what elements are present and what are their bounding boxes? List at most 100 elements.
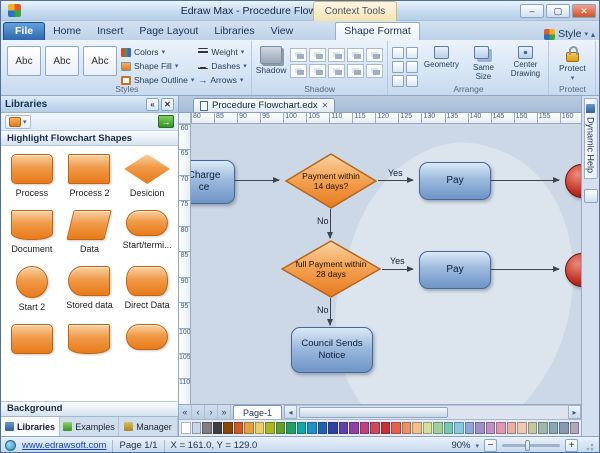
node-charge[interactable]: Charge ce	[191, 160, 235, 204]
library-section-header[interactable]: Highlight Flowchart Shapes	[1, 131, 178, 146]
group-icon[interactable]	[406, 61, 418, 73]
library-select-dropdown[interactable]: ▾	[5, 115, 31, 129]
palette-color[interactable]	[570, 422, 580, 434]
style-button[interactable]: Style	[558, 28, 581, 40]
shape-data[interactable]: Data	[61, 210, 119, 254]
palette-color[interactable]	[297, 422, 307, 434]
tab-libraries[interactable]: Libraries	[206, 23, 262, 40]
center-drawing-button[interactable]: Center Drawing	[506, 46, 544, 79]
shadow-style-option[interactable]	[309, 48, 326, 62]
palette-color[interactable]	[255, 422, 265, 434]
document-tab[interactable]: Procedure Flowchart.edx ✕	[193, 98, 335, 112]
node-council-sends-notice[interactable]: Council Sends Notice	[291, 327, 373, 373]
prev-page-button[interactable]: ‹	[192, 405, 205, 419]
palette-color[interactable]	[391, 422, 401, 434]
shape-document[interactable]: Document	[3, 210, 61, 254]
palette-color[interactable]	[318, 422, 328, 434]
shadow-style-option[interactable]	[366, 48, 383, 62]
node-pay-1[interactable]: Pay	[419, 162, 491, 200]
panel-close-icon[interactable]: ✕	[161, 98, 174, 111]
shape-process-2[interactable]: Process 2	[61, 154, 119, 198]
dashes-button[interactable]: Dashes ▾	[198, 60, 246, 72]
protect-button[interactable]: Protect ▾	[553, 45, 591, 82]
zoom-slider-thumb[interactable]	[525, 440, 530, 451]
library-go-button[interactable]: →	[158, 115, 174, 128]
palette-color[interactable]	[454, 422, 464, 434]
zoom-in-button[interactable]: +	[565, 439, 578, 452]
zoom-dropdown-icon[interactable]: ▾	[475, 442, 479, 450]
palette-color[interactable]	[360, 422, 370, 434]
palette-color[interactable]	[370, 422, 380, 434]
palette-color[interactable]	[538, 422, 548, 434]
panel-collapse-icon[interactable]: «	[146, 98, 159, 111]
palette-color[interactable]	[202, 422, 212, 434]
palette-color[interactable]	[234, 422, 244, 434]
connector[interactable]	[235, 180, 279, 181]
shadow-style-option[interactable]	[328, 64, 345, 78]
palette-color[interactable]	[181, 422, 191, 434]
close-button[interactable]: ✕	[572, 4, 596, 18]
shape-start-terminator[interactable]: Start/termi...	[118, 210, 176, 254]
palette-color[interactable]	[465, 422, 475, 434]
align-icon[interactable]	[392, 47, 404, 59]
palette-color[interactable]	[444, 422, 454, 434]
palette-color[interactable]	[507, 422, 517, 434]
tab-file[interactable]: File	[3, 22, 45, 40]
palette-color[interactable]	[486, 422, 496, 434]
colors-button[interactable]: Colors ▾	[121, 46, 194, 58]
page-tab[interactable]: Page-1	[233, 405, 282, 419]
palette-color[interactable]	[192, 422, 202, 434]
scroll-track[interactable]	[297, 405, 568, 419]
shape-direct-data[interactable]: Direct Data	[118, 266, 176, 312]
shape-fill-button[interactable]: Shape Fill ▾	[121, 60, 194, 72]
palette-color[interactable]	[475, 422, 485, 434]
connector[interactable]	[382, 269, 413, 270]
document-close-icon[interactable]: ✕	[322, 101, 329, 110]
palette-color[interactable]	[549, 422, 559, 434]
shape-process[interactable]: Process	[3, 154, 61, 198]
shadow-button[interactable]: Shadow	[256, 46, 287, 75]
connector[interactable]	[491, 269, 559, 270]
shadow-style-option[interactable]	[328, 48, 345, 62]
zoom-out-button[interactable]: −	[484, 439, 497, 452]
bottom-tab-examples[interactable]: Examples	[60, 417, 119, 436]
palette-color[interactable]	[381, 422, 391, 434]
geometry-button[interactable]: Geometry	[422, 46, 460, 70]
node-end-1[interactable]	[565, 164, 581, 198]
zoom-level[interactable]: 90%	[451, 440, 470, 451]
style-gallery-item-2[interactable]: Abc	[45, 46, 79, 76]
palette-color[interactable]	[265, 422, 275, 434]
shape-start-2[interactable]: Start 2	[3, 266, 61, 312]
tab-page-layout[interactable]: Page Layout	[131, 23, 206, 40]
palette-color[interactable]	[423, 422, 433, 434]
shape-partial[interactable]	[3, 324, 61, 354]
tab-insert[interactable]: Insert	[89, 23, 131, 40]
next-page-button[interactable]: ›	[205, 405, 218, 419]
scroll-left-icon[interactable]: ◂	[284, 405, 297, 419]
node-decision-1[interactable]: Payment within 14 days?	[285, 153, 377, 209]
style-gallery-item-1[interactable]: Abc	[7, 46, 41, 76]
connector[interactable]	[378, 180, 413, 181]
palette-color[interactable]	[276, 422, 286, 434]
node-pay-2[interactable]: Pay	[419, 251, 491, 289]
style-gallery-item-3[interactable]: Abc	[83, 46, 117, 76]
tab-view[interactable]: View	[263, 23, 302, 40]
palette-color[interactable]	[559, 422, 569, 434]
node-decision-2[interactable]: full Payment within 28 days	[281, 240, 381, 298]
palette-color[interactable]	[307, 422, 317, 434]
palette-color[interactable]	[328, 422, 338, 434]
bottom-tab-libraries[interactable]: Libraries	[1, 417, 60, 436]
last-page-button[interactable]: »	[218, 405, 231, 419]
palette-color[interactable]	[339, 422, 349, 434]
palette-color[interactable]	[244, 422, 254, 434]
dynamic-help-tab[interactable]: Dynamic Help	[584, 98, 598, 179]
connector[interactable]	[491, 180, 559, 181]
shape-partial[interactable]	[61, 324, 119, 354]
weight-button[interactable]: Weight ▾	[198, 46, 246, 58]
maximize-button[interactable]: ▢	[546, 4, 570, 18]
bottom-tab-manager[interactable]: Manager	[119, 417, 178, 436]
shadow-style-option[interactable]	[347, 48, 364, 62]
palette-color[interactable]	[412, 422, 422, 434]
tab-shape-format[interactable]: Shape Format	[335, 22, 420, 40]
background-section-header[interactable]: Background	[1, 401, 178, 416]
